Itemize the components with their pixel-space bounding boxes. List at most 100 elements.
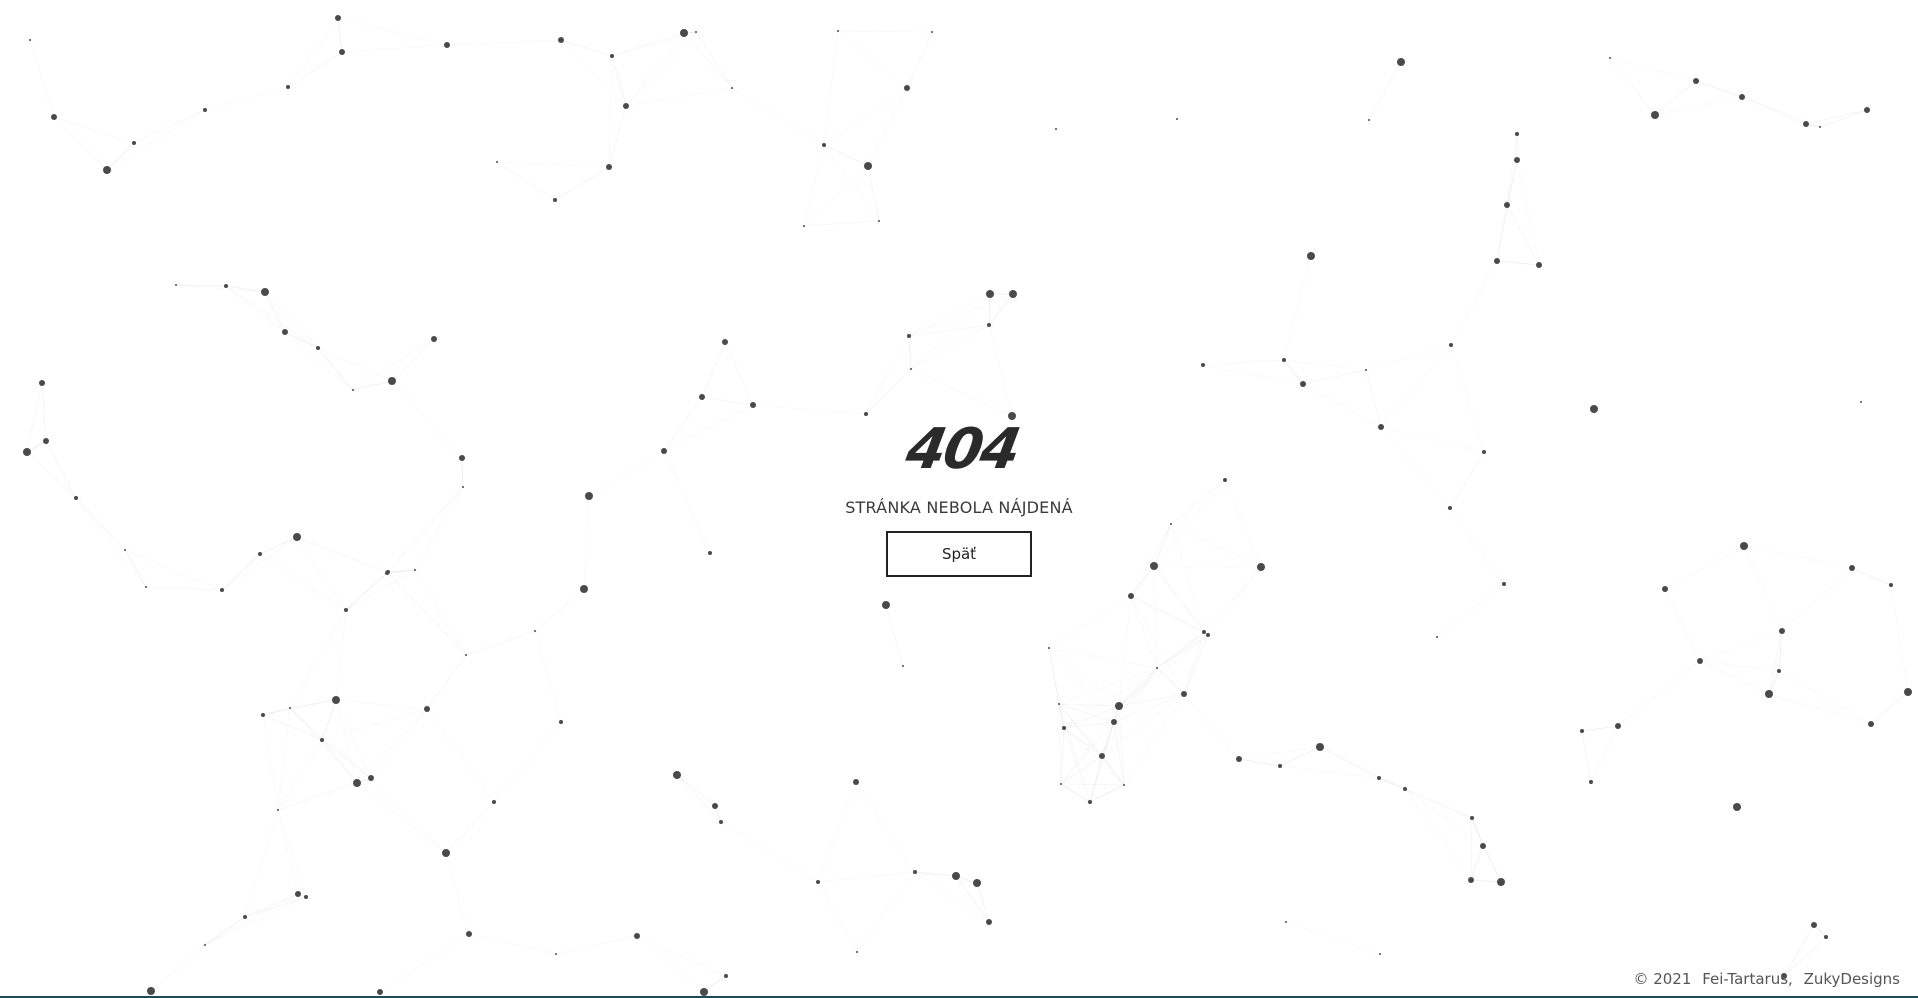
author-link-fei-tartarus[interactable]: Fei-Tartarus, (1702, 970, 1793, 988)
particle-dot (1779, 628, 1785, 634)
particle-dot (555, 953, 557, 955)
particle-dot (1055, 128, 1057, 130)
particle-dot (1300, 381, 1306, 387)
particle-link (555, 935, 638, 955)
particle-link (370, 708, 428, 779)
particle-dot (902, 665, 904, 667)
particle-dot (204, 944, 206, 946)
particle-dot (444, 42, 450, 48)
particle-link (1058, 703, 1120, 707)
particle-link (352, 380, 393, 391)
footer-credits: © 2021 Fei-Tartarus, ZukyDesigns (1627, 970, 1900, 988)
particle-link (1063, 727, 1103, 757)
particle-link (867, 87, 908, 167)
particle-dot (680, 29, 688, 37)
particle-link (493, 721, 562, 803)
particle-dot (1514, 157, 1520, 163)
particle-dot (277, 809, 279, 811)
particle-dot (803, 225, 805, 227)
particle-link (1183, 634, 1209, 695)
particle-link (837, 30, 933, 33)
particle-dot (1693, 78, 1699, 84)
particle-link (1060, 727, 1065, 785)
particle-dot (822, 143, 826, 147)
particle-link (204, 86, 289, 111)
particle-link (1156, 667, 1185, 695)
particle-link (133, 109, 206, 144)
particle-dot (1733, 803, 1741, 811)
particle-link (225, 285, 286, 333)
particle-link (910, 368, 1013, 417)
particle-link (1118, 705, 1125, 786)
particle-link (976, 882, 990, 923)
particle-link (446, 39, 562, 46)
particle-dot (282, 329, 288, 335)
particle-link (345, 571, 389, 611)
particle-dot (1480, 843, 1486, 849)
particle-link (262, 714, 279, 811)
particle-link (337, 17, 448, 46)
particle-link (1783, 924, 1815, 977)
particle-link (1436, 583, 1505, 638)
particle-dot (1202, 630, 1206, 634)
particle-link (752, 404, 867, 415)
particle-dot (973, 879, 981, 887)
particle-dot (261, 713, 265, 717)
particle-dot (377, 989, 383, 995)
particle-dot (699, 394, 705, 400)
particle-dot (1316, 743, 1324, 751)
particle-link (908, 293, 991, 337)
particle-link (262, 699, 337, 716)
particle-dot (1307, 252, 1315, 260)
particle-link (906, 31, 933, 89)
particle-link (1581, 730, 1592, 783)
particle-link (803, 144, 825, 227)
particle-dot (1609, 57, 1611, 59)
particle-link (988, 293, 991, 326)
particle-dot (987, 323, 991, 327)
particle-link (284, 331, 354, 391)
particle-link (1870, 691, 1909, 725)
particle-link (426, 654, 467, 710)
particle-link (1781, 567, 1853, 632)
particle-link (1113, 693, 1185, 723)
particle-dot (1201, 363, 1205, 367)
particle-dot (1864, 107, 1870, 113)
particle-dot (1589, 780, 1593, 784)
back-button[interactable]: Späť (886, 531, 1032, 577)
particle-link (468, 933, 557, 955)
particle-link (1654, 96, 1743, 116)
particle-link (625, 87, 733, 107)
particle-link (335, 699, 428, 710)
particle-link (1450, 260, 1498, 346)
particle-dot (295, 891, 301, 897)
particle-dot (1651, 111, 1659, 119)
particle-link (1496, 260, 1540, 266)
particle-dot (1580, 729, 1584, 733)
error-panel: 404 STRÁNKA NEBOLA NÁJDENÁ Späť (0, 417, 1918, 577)
particle-dot (1111, 719, 1117, 725)
particle-dot (132, 141, 136, 145)
particle-dot (559, 720, 563, 724)
particle-link (1368, 61, 1402, 121)
particle-dot (853, 779, 859, 785)
particle-link (1058, 703, 1062, 785)
particle-dot (864, 412, 868, 416)
particle-dot (1739, 94, 1745, 100)
error-message: STRÁNKA NEBOLA NÁJDENÁ (845, 498, 1073, 517)
particle-dot (1397, 58, 1405, 66)
particle-link (554, 166, 610, 201)
particle-dot (1819, 126, 1821, 128)
particle-link (955, 875, 990, 923)
particle-link (1617, 660, 1701, 727)
particle-dot (878, 220, 880, 222)
particle-link (1048, 595, 1132, 649)
error-code-404: 404 (900, 417, 1024, 482)
particle-link (1506, 204, 1540, 266)
particle-link (496, 161, 610, 168)
particle-link (695, 31, 733, 89)
particle-link (1060, 783, 1091, 803)
author-link-zukydesigns[interactable]: ZukyDesigns (1804, 970, 1900, 988)
particle-link (335, 609, 347, 701)
particle-link (1207, 566, 1262, 636)
